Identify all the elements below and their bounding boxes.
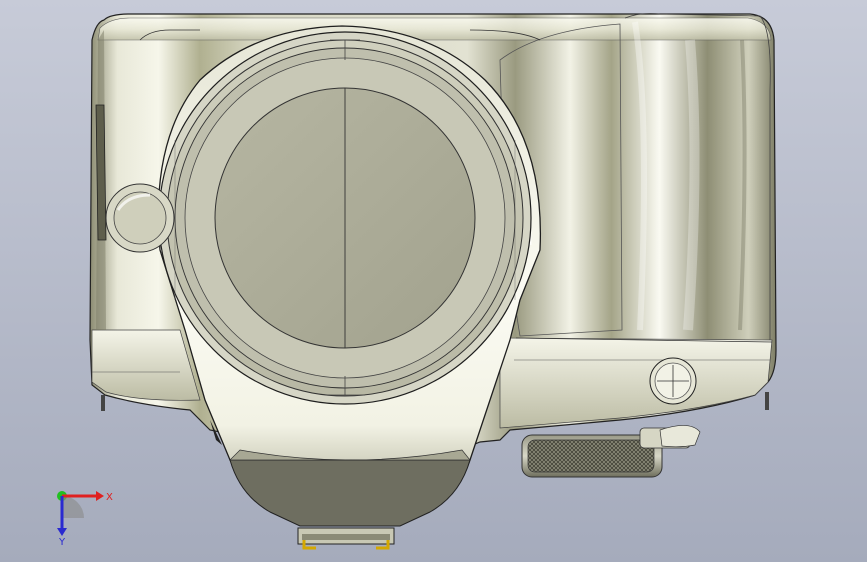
shutter-button[interactable]	[649, 357, 697, 405]
y-axis-label: Y	[58, 537, 66, 548]
x-axis-label: X	[106, 492, 113, 503]
lens-cap[interactable]	[158, 31, 532, 405]
right-foot	[765, 392, 769, 410]
left-foot	[101, 395, 105, 411]
hot-shoe[interactable]	[297, 527, 395, 550]
cad-viewport[interactable]: X Y	[0, 0, 867, 562]
coordinate-triad: X Y	[57, 491, 113, 548]
mode-dial[interactable]	[521, 425, 701, 478]
release-button[interactable]	[105, 183, 175, 253]
camera-model[interactable]	[0, 0, 867, 562]
